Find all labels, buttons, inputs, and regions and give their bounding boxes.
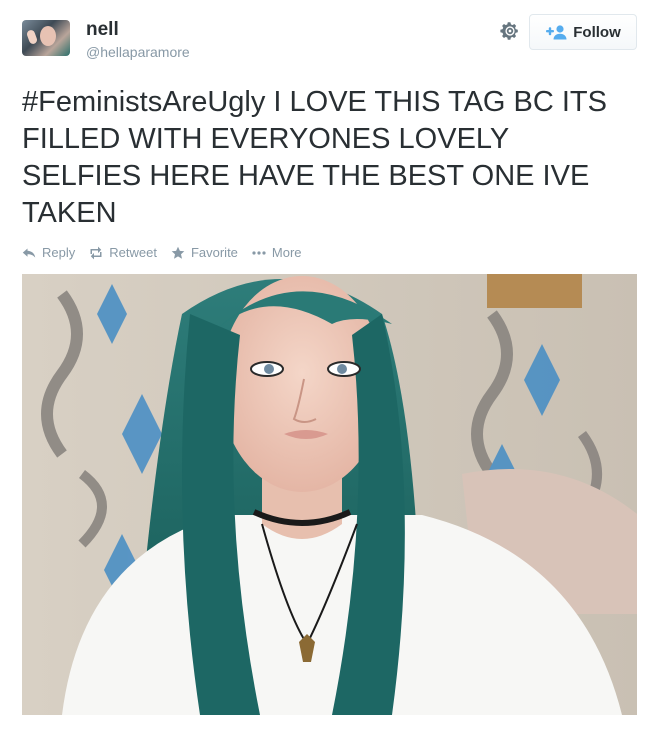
follow-button[interactable]: Follow [529, 14, 637, 50]
favorite-label: Favorite [190, 245, 238, 260]
retweet-label: Retweet [109, 245, 157, 260]
tweet-header: nell @hellaparamore Follow [22, 14, 637, 64]
more-dots-icon [252, 250, 266, 255]
tweet-actions: Reply Retweet Favorite More [22, 245, 302, 260]
more-action[interactable]: More [252, 245, 302, 260]
tweet-text: #FeministsAreUgly I LOVE THIS TAG BC ITS… [22, 84, 632, 232]
more-label: More [271, 245, 302, 260]
hashtag-link[interactable]: #FeministsAreUgly [22, 86, 265, 118]
reply-action[interactable]: Reply [22, 245, 75, 260]
gear-icon[interactable] [499, 20, 521, 42]
retweet-action[interactable]: Retweet [89, 245, 157, 260]
shelf [487, 274, 582, 308]
user-name[interactable]: nell [86, 19, 119, 41]
retweet-icon [90, 246, 102, 259]
reply-label: Reply [42, 245, 76, 260]
reply-icon [22, 248, 36, 257]
left-iris [264, 364, 274, 374]
avatar-face [40, 26, 56, 46]
follow-label: Follow [573, 23, 621, 41]
tweet-photo[interactable] [22, 274, 637, 715]
right-iris [337, 364, 347, 374]
avatar[interactable] [22, 20, 70, 56]
user-handle[interactable]: @hellaparamore [86, 44, 190, 60]
star-icon [171, 246, 185, 259]
add-user-icon [546, 25, 567, 40]
avatar-hand [25, 29, 39, 45]
favorite-action[interactable]: Favorite [171, 245, 238, 260]
